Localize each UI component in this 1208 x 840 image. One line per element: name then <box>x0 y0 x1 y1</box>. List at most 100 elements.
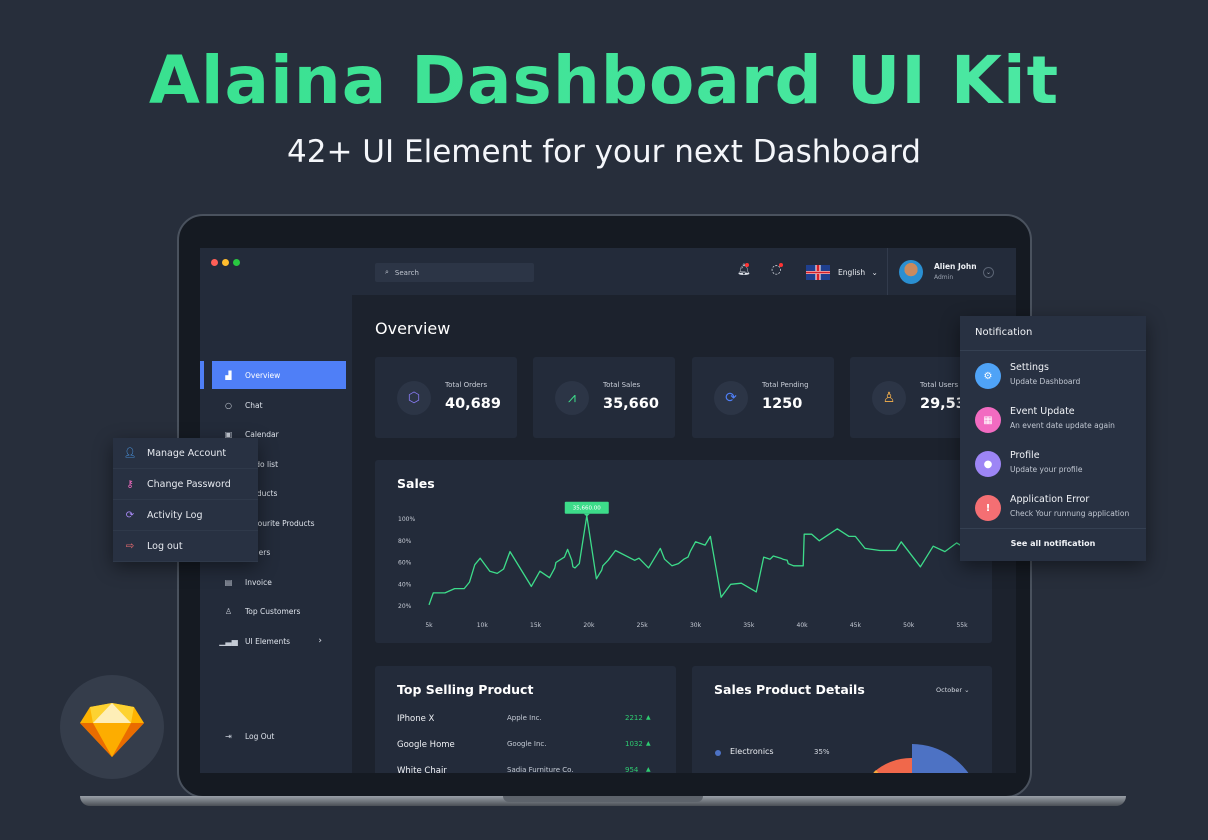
notification-item-title: Event Update <box>1010 406 1075 417</box>
sidebar-item-top-customers[interactable]: ♙ Top Customers <box>212 597 346 625</box>
menu-item-label: Activity Log <box>147 509 203 521</box>
product-sales-value: 2212 <box>625 714 643 722</box>
see-all-notifications-link[interactable]: See all notification <box>960 539 1146 548</box>
sidebar-item-ui-elements[interactable]: ▁▃▅ UI Elements › <box>212 627 346 655</box>
stat-value: 40,689 <box>445 396 501 412</box>
y-tick-label: 60% <box>398 560 412 567</box>
bell-icon[interactable]: 🔔︎ <box>737 263 751 276</box>
invoice-icon: ▤ <box>224 577 233 587</box>
card-title: Sales Product Details <box>714 682 865 697</box>
user-icon: ● <box>975 451 1001 477</box>
x-tick-label: 20k <box>583 622 595 629</box>
top-header: ⌕ Search 🔔︎ ◌ English ⌄ Alien John Admin … <box>352 248 1016 295</box>
pie-slice-2 <box>874 757 912 773</box>
stat-card-pending: ⟳ Total Pending 1250 <box>692 357 834 438</box>
laptop-notch <box>503 796 703 802</box>
product-company: Sadia Furniture Co. <box>507 766 574 773</box>
menu-item-label: Log out <box>147 540 183 552</box>
search-input[interactable]: ⌕ Search <box>375 263 534 282</box>
refresh-icon: ⟳ <box>125 509 135 521</box>
sidebar-item-chat[interactable]: ○ Chat <box>212 391 346 419</box>
notification-item-subtitle: Update Dashboard <box>1010 377 1081 386</box>
month-select[interactable]: October ⌄ <box>936 686 970 694</box>
notification-item-subtitle: Check Your runnung application <box>1010 509 1130 518</box>
trend-up-icon: ▲ <box>646 740 651 747</box>
notification-item-title: Application Error <box>1010 494 1090 505</box>
product-name: White Chair <box>397 766 447 773</box>
search-placeholder: Search <box>394 268 419 277</box>
sidebar-item-label: Overview <box>245 370 281 380</box>
bars-icon: ▁▃▅ <box>219 636 238 646</box>
cube-icon: ⬡ <box>397 381 431 415</box>
divider <box>960 350 1146 351</box>
user-role: Admin <box>934 274 954 281</box>
calendar-icon: ▦ <box>975 407 1001 433</box>
y-tick-label: 40% <box>398 581 412 588</box>
product-company: Apple Inc. <box>507 714 542 722</box>
window-maximize-button[interactable] <box>233 259 240 266</box>
avatar[interactable] <box>899 260 923 284</box>
notification-item[interactable]: ▦ Event Update An event date update agai… <box>960 400 1146 444</box>
uk-flag-icon[interactable] <box>806 265 830 280</box>
menu-item-label: Change Password <box>147 478 231 490</box>
legend-dot <box>715 750 721 756</box>
sidebar-item-overview[interactable]: ▟ Overview <box>212 361 346 389</box>
stat-value: 1250 <box>762 396 803 412</box>
stat-card-sales: ⩘ Total Sales 35,660 <box>533 357 675 438</box>
stat-label: Total Orders <box>445 381 488 389</box>
user-gear-icon: 👤︎ <box>123 447 137 459</box>
menu-item[interactable]: ⟳ Activity Log <box>113 500 258 531</box>
notification-item[interactable]: ● Profile Update your profile <box>960 444 1146 488</box>
chat-icon[interactable]: ◌ <box>771 262 783 276</box>
hero-title: Alaina Dashboard UI Kit <box>0 42 1208 119</box>
gear-icon: ⚙ <box>975 363 1001 389</box>
product-sales-value: 1032 <box>625 740 643 748</box>
menu-item[interactable]: 👤︎ Manage Account <box>113 438 258 469</box>
sidebar-item-label: Top Customers <box>245 606 301 616</box>
user-icon: ♙ <box>224 606 233 616</box>
logout-icon: ⇨ <box>125 540 135 552</box>
user-icon: ♙ <box>872 381 906 415</box>
notification-item[interactable]: ! Application Error Check Your runnung a… <box>960 488 1146 532</box>
user-menu-toggle[interactable]: ⌄ <box>983 267 994 278</box>
x-tick-label: 40k <box>797 622 809 629</box>
x-tick-label: 25k <box>637 622 649 629</box>
menu-item[interactable]: ⚷ Change Password <box>113 469 258 500</box>
window-minimize-button[interactable] <box>222 259 229 266</box>
legend-value: 35% <box>814 748 830 756</box>
chevron-right-icon: › <box>318 636 322 646</box>
search-icon: ⌕ <box>385 268 389 276</box>
account-dropdown-menu: 👤︎ Manage Account ⚷ Change Password ⟳ Ac… <box>113 438 258 562</box>
x-tick-label: 30k <box>690 622 702 629</box>
x-tick-label: 10k <box>477 622 489 629</box>
notification-item-title: Settings <box>1010 362 1049 373</box>
notification-item[interactable]: ⚙ Settings Update Dashboard <box>960 356 1146 400</box>
sidebar-item-label: Chat <box>245 400 263 410</box>
top-selling-card: Top Selling Product IPhone X Apple Inc. … <box>375 666 676 773</box>
pie-slice-electronics <box>912 744 969 773</box>
sidebar-item-label: UI Elements <box>245 636 291 646</box>
product-company: Google Inc. <box>507 740 547 748</box>
dashboard-screen: ▟Overview ○Chat ▣Calendar ☑To do list ▢P… <box>200 248 1016 773</box>
menu-item-label: Manage Account <box>147 447 227 459</box>
sales-chart-card: Sales 100% 80% 60% 40% 20% 5k 10k 15k 20k 25k 30k 3… <box>375 460 992 643</box>
sidebar-item-invoice[interactable]: ▤ Invoice <box>212 568 346 596</box>
chevron-down-icon: ⌄ <box>871 268 878 277</box>
notification-title: Notification <box>975 327 1033 338</box>
header-divider <box>887 248 888 295</box>
sketch-diamond-icon <box>80 703 144 757</box>
window-close-button[interactable] <box>211 259 218 266</box>
logout-icon: ⇥ <box>225 731 232 741</box>
chevron-down-icon: ⌄ <box>964 686 970 694</box>
menu-item[interactable]: ⇨ Log out <box>113 531 258 562</box>
sidebar-logout[interactable]: ⇥ Log Out <box>212 722 346 750</box>
stat-card-orders: ⬡ Total Orders 40,689 <box>375 357 517 438</box>
y-tick-label: 20% <box>398 603 412 610</box>
tooltip-value: 35,660.00 <box>573 506 601 512</box>
active-indicator <box>200 361 204 389</box>
x-tick-label: 50k <box>903 622 915 629</box>
language-select[interactable]: English ⌄ <box>838 268 878 277</box>
sidebar-item-label: Invoice <box>245 577 272 587</box>
alert-icon: ! <box>975 495 1001 521</box>
product-sales-value: 954 <box>625 766 639 773</box>
